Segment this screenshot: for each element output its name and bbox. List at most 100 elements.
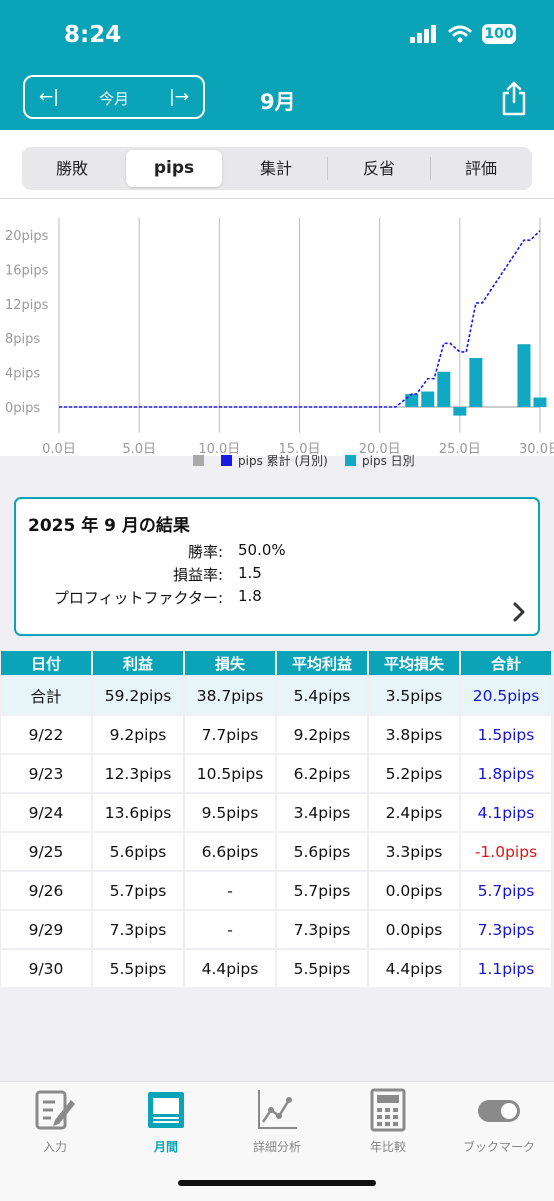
profit-factor-label: プロフィットファクター: [53,589,223,607]
tab-yearly[interactable]: 年比較 [333,1088,443,1155]
win-rate-value: 50.0% [238,541,286,559]
table-row[interactable]: 9/23 12.3pips 10.5pips 6.2pips 5.2pips 1… [1,753,551,792]
next-month-button[interactable]: |→ [169,87,189,107]
cell-date: 9/23 [1,753,91,792]
y-tick-label: 12pips [5,298,49,313]
table-row[interactable]: 9/24 13.6pips 9.5pips 3.4pips 2.4pips 4.… [1,792,551,831]
segment-review[interactable]: 反省 [328,147,430,190]
cell-loss: 4.4pips [185,948,275,987]
tab-label: 年比較 [369,1140,406,1154]
pl-ratio-value: 1.5 [238,564,262,582]
pips-chart: 0pips 4pips 8pips 12pips 16pips 20pips 0.0日 5.… [5,217,554,468]
toggle-icon [478,1100,520,1122]
table-row[interactable]: 9/22 9.2pips 7.7pips 9.2pips 3.8pips 1.5… [1,714,551,753]
home-indicator [178,1180,376,1186]
cell-date: 9/22 [1,714,91,753]
x-tick-label: 5.0日 [122,442,156,457]
x-tick-label: 30.0日 [519,442,554,457]
wifi-icon [448,25,472,43]
cell-total: -1.0pips [461,831,551,870]
cell-loss: 38.7pips [185,675,275,714]
cell-avg-loss: 3.5pips [369,675,459,714]
month-title: 9月 [260,90,296,114]
segment-pips[interactable]: pips [126,150,222,187]
cell-date: 9/30 [1,948,91,987]
x-tick-label: 25.0日 [439,442,481,457]
cell-avg-profit: 5.4pips [277,675,367,714]
cell-profit: 59.2pips [93,675,183,714]
cell-total: 5.7pips [461,870,551,909]
daily-pips-bar [453,407,467,416]
tab-input[interactable]: 入力 [0,1088,110,1155]
month-navigation: ←| 今月 |→ [23,75,205,119]
header: 8:24 100 ←| 今月 |→ 9月 [0,0,554,130]
tab-label: 詳細分析 [252,1140,301,1154]
cell-total: 1.8pips [461,753,551,792]
cell-date: 9/29 [1,909,91,948]
y-tick-label: 0pips [5,401,40,416]
cell-avg-loss: 5.2pips [369,753,459,792]
cell-loss: - [185,909,275,948]
y-tick-label: 16pips [5,263,49,278]
daily-pips-bar [533,397,547,407]
cell-loss: 10.5pips [185,753,275,792]
table-row[interactable]: 9/29 7.3pips - 7.3pips 0.0pips 7.3pips [1,909,551,948]
cell-avg-loss: 3.8pips [369,714,459,753]
battery-icon: 100 [482,24,516,44]
cell-total: 1.5pips [461,714,551,753]
tab-label: 入力 [42,1140,67,1154]
cell-loss: 6.6pips [185,831,275,870]
result-card[interactable]: 2025 年 9 月の結果 勝率: 50.0% 損益率: 1.5 プロフィットフ… [14,497,540,636]
cell-profit: 12.3pips [93,753,183,792]
daily-pips-bar [469,357,483,407]
cell-profit: 9.2pips [93,714,183,753]
chevron-right-icon[interactable] [512,601,526,623]
cell-loss: 7.7pips [185,714,275,753]
line-chart-icon [258,1090,297,1129]
cell-avg-profit: 6.2pips [277,753,367,792]
share-icon[interactable] [500,80,528,116]
calculator-icon [370,1088,406,1132]
table-row[interactable]: 9/30 5.5pips 4.4pips 5.5pips 4.4pips 1.1… [1,948,551,987]
pl-ratio-label: 損益率: [172,566,223,584]
cell-profit: 5.7pips [93,870,183,909]
legend-label: pips 日別 [362,454,415,468]
table-row[interactable]: 9/26 5.7pips - 5.7pips 0.0pips 5.7pips [1,870,551,909]
cell-avg-loss: 0.0pips [369,909,459,948]
segment-win-loss[interactable]: 勝敗 [22,147,122,190]
x-tick-label: 10.0日 [198,442,240,457]
daily-results-table: 日付 利益 損失 平均利益 平均損失 合計 合計 59.2pips 38.7pi… [0,651,553,987]
header-loss: 損失 [185,651,275,675]
header-avg-profit: 平均利益 [277,651,367,675]
table-row[interactable]: 9/25 5.6pips 6.6pips 5.6pips 3.3pips -1.… [1,831,551,870]
daily-pips-bar [421,391,435,407]
cell-avg-loss: 3.3pips [369,831,459,870]
cell-avg-profit: 5.6pips [277,831,367,870]
cell-avg-loss: 2.4pips [369,792,459,831]
cell-profit: 5.5pips [93,948,183,987]
edit-icon [35,1090,75,1130]
tab-monthly[interactable]: 月間 [111,1088,221,1155]
cell-loss: - [185,870,275,909]
cell-avg-loss: 4.4pips [369,948,459,987]
calendar-icon [148,1092,184,1128]
header-profit: 利益 [93,651,183,675]
header-avg-loss: 平均損失 [369,651,459,675]
status-time: 8:24 [64,22,122,48]
cell-profit: 13.6pips [93,792,183,831]
cell-date: 9/26 [1,870,91,909]
legend-swatch [193,455,204,466]
y-tick-label: 20pips [5,229,49,244]
tab-bookmark[interactable]: ブックマーク [444,1088,554,1155]
segment-rating[interactable]: 評価 [430,147,532,190]
tab-analysis[interactable]: 詳細分析 [222,1088,332,1155]
profit-factor-value: 1.8 [238,587,262,605]
segment-summary[interactable]: 集計 [226,147,326,190]
tab-label: 月間 [153,1140,178,1154]
segmented-control: 勝敗 pips 集計 反省 評価 [22,147,532,190]
cell-date: 9/24 [1,792,91,831]
cell-total: 4.1pips [461,792,551,831]
legend-swatch [221,455,232,466]
legend-swatch [345,455,356,466]
cell-total: 20.5pips [461,675,551,714]
